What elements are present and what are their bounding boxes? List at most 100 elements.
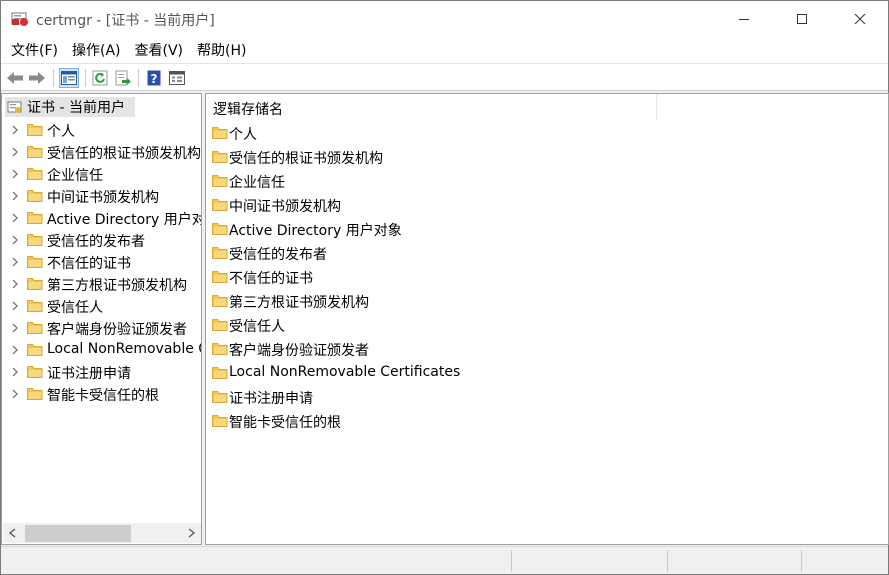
list-item-label: 受信任的发布者 xyxy=(229,247,327,263)
show-hide-console-tree-icon xyxy=(61,71,77,85)
close-icon xyxy=(854,13,866,25)
folder-icon xyxy=(212,127,228,139)
export-list-button[interactable] xyxy=(113,68,133,88)
certmgr-window: certmgr - [证书 - 当前用户] 文件(F) 操作(A) 查看(V) … xyxy=(0,0,889,575)
menu-action[interactable]: 操作(A) xyxy=(65,37,128,63)
console-tree-pane[interactable]: 证书 - 当前用户 个人 受信任的根证书颁发机构企业信任 中间证书颁发机构 Activ… xyxy=(1,93,202,545)
tree-horizontal-scrollbar[interactable] xyxy=(3,523,201,543)
expand-chevron-icon[interactable] xyxy=(10,300,20,312)
tree-item[interactable]: Local NonRemovable Certificates xyxy=(2,339,201,361)
status-bar xyxy=(1,546,888,574)
folder-icon xyxy=(212,151,228,163)
tree-item-label: Active Directory 用户对象 xyxy=(47,212,201,228)
menu-view[interactable]: 查看(V) xyxy=(128,37,191,63)
menu-bar: 文件(F) 操作(A) 查看(V) 帮助(H) xyxy=(1,37,888,63)
list-item[interactable]: 客户端身份验证颁发者 xyxy=(206,337,888,361)
menu-file[interactable]: 文件(F) xyxy=(4,37,65,63)
list-item[interactable]: 受信任人 xyxy=(206,313,888,337)
properties-button[interactable] xyxy=(167,68,187,88)
tree-item[interactable]: 智能卡受信任的根 xyxy=(2,383,201,405)
tree-item[interactable]: 证书注册申请 xyxy=(2,361,201,383)
expand-chevron-icon[interactable] xyxy=(10,124,20,136)
list-item[interactable]: 第三方根证书颁发机构 xyxy=(206,289,888,313)
list-item[interactable]: 智能卡受信任的根 xyxy=(206,409,888,433)
list-item[interactable]: 不信任的证书 xyxy=(206,265,888,289)
folder-icon xyxy=(27,322,43,334)
tree-root-certificates-current-user[interactable]: 证书 - 当前用户 xyxy=(5,97,135,117)
tree-item-label: 智能卡受信任的根 xyxy=(47,388,159,404)
tree-item-label: 受信任的发布者 xyxy=(47,234,145,250)
folder-icon xyxy=(27,190,43,202)
status-separator xyxy=(511,550,512,572)
help-button[interactable]: ? xyxy=(144,68,164,88)
tree-item[interactable]: 受信任的发布者 xyxy=(2,229,201,251)
minimize-button[interactable] xyxy=(721,1,767,37)
tree-item[interactable]: 受信任人 xyxy=(2,295,201,317)
back-arrow-icon xyxy=(7,72,23,84)
maximize-button[interactable] xyxy=(779,1,825,37)
folder-icon xyxy=(27,124,43,136)
list-item[interactable]: 受信任的发布者 xyxy=(206,241,888,265)
column-header-logical-store-name[interactable]: 逻辑存储名 xyxy=(206,94,888,120)
back-button[interactable] xyxy=(5,68,25,88)
folder-icon xyxy=(27,366,43,378)
expand-chevron-icon[interactable] xyxy=(10,344,20,356)
status-separator xyxy=(667,550,668,572)
expand-chevron-icon[interactable] xyxy=(10,168,20,180)
list-item-label: 受信任的根证书颁发机构 xyxy=(229,151,383,167)
folder-icon xyxy=(212,367,228,379)
tree-item[interactable]: 企业信任 xyxy=(2,163,201,185)
menu-help[interactable]: 帮助(H) xyxy=(190,37,253,63)
list-item[interactable]: Active Directory 用户对象 xyxy=(206,217,888,241)
tree-item[interactable]: 受信任的根证书颁发机构 xyxy=(2,141,201,163)
close-button[interactable] xyxy=(837,1,883,37)
tree-item[interactable]: 个人 xyxy=(2,119,201,141)
certmgr-app-icon xyxy=(11,12,28,26)
toolbar-separator xyxy=(85,69,86,87)
list-item-label: 第三方根证书颁发机构 xyxy=(229,295,369,311)
certificate-store-icon xyxy=(7,101,22,113)
list-item[interactable]: 中间证书颁发机构 xyxy=(206,193,888,217)
svg-text:?: ? xyxy=(151,72,158,86)
list-item[interactable]: 证书注册申请 xyxy=(206,385,888,409)
folder-icon xyxy=(212,271,228,283)
expand-chevron-icon[interactable] xyxy=(10,146,20,158)
minimize-icon xyxy=(739,19,749,20)
window-title: certmgr - [证书 - 当前用户] xyxy=(36,13,215,29)
list-item[interactable]: 受信任的根证书颁发机构 xyxy=(206,145,888,169)
expand-chevron-icon[interactable] xyxy=(10,190,20,202)
expand-chevron-icon[interactable] xyxy=(10,212,20,224)
show-hide-console-tree-button[interactable] xyxy=(59,68,79,88)
expand-chevron-icon[interactable] xyxy=(10,256,20,268)
forward-button[interactable] xyxy=(27,68,47,88)
refresh-button[interactable] xyxy=(90,68,110,88)
expand-chevron-icon[interactable] xyxy=(10,234,20,246)
tree-item[interactable]: 不信任的证书 xyxy=(2,251,201,273)
tree-item-label: 客户端身份验证颁发者 xyxy=(47,322,187,338)
column-divider[interactable] xyxy=(656,94,657,120)
title-bar[interactable]: certmgr - [证书 - 当前用户] xyxy=(1,1,888,37)
expand-chevron-icon[interactable] xyxy=(10,278,20,290)
list-item[interactable]: 个人 xyxy=(206,121,888,145)
folder-icon xyxy=(27,256,43,268)
list-item-label: 中间证书颁发机构 xyxy=(229,199,341,215)
folder-icon xyxy=(27,212,43,224)
expand-chevron-icon[interactable] xyxy=(10,388,20,400)
toolbar-separator xyxy=(53,69,54,87)
expand-chevron-icon[interactable] xyxy=(10,366,20,378)
tree-item[interactable]: Active Directory 用户对象 xyxy=(2,207,201,229)
folder-icon xyxy=(27,168,43,180)
tree-item[interactable]: 第三方根证书颁发机构 xyxy=(2,273,201,295)
tree-item[interactable]: 客户端身份验证颁发者 xyxy=(2,317,201,339)
scroll-right-icon[interactable] xyxy=(185,527,197,539)
scroll-left-icon[interactable] xyxy=(7,527,19,539)
properties-icon xyxy=(169,71,185,85)
folder-icon xyxy=(212,319,228,331)
scrollbar-thumb[interactable] xyxy=(25,525,131,542)
expand-chevron-icon[interactable] xyxy=(10,322,20,334)
tree-item[interactable]: 中间证书颁发机构 xyxy=(2,185,201,207)
tree-item-label: 企业信任 xyxy=(47,168,103,184)
list-item[interactable]: 企业信任 xyxy=(206,169,888,193)
list-item[interactable]: Local NonRemovable Certificates xyxy=(206,361,888,385)
details-list-pane[interactable]: 逻辑存储名 个人受信任的根证书颁发机构企业信任中间证书颁发机构 Active Di… xyxy=(205,93,889,545)
